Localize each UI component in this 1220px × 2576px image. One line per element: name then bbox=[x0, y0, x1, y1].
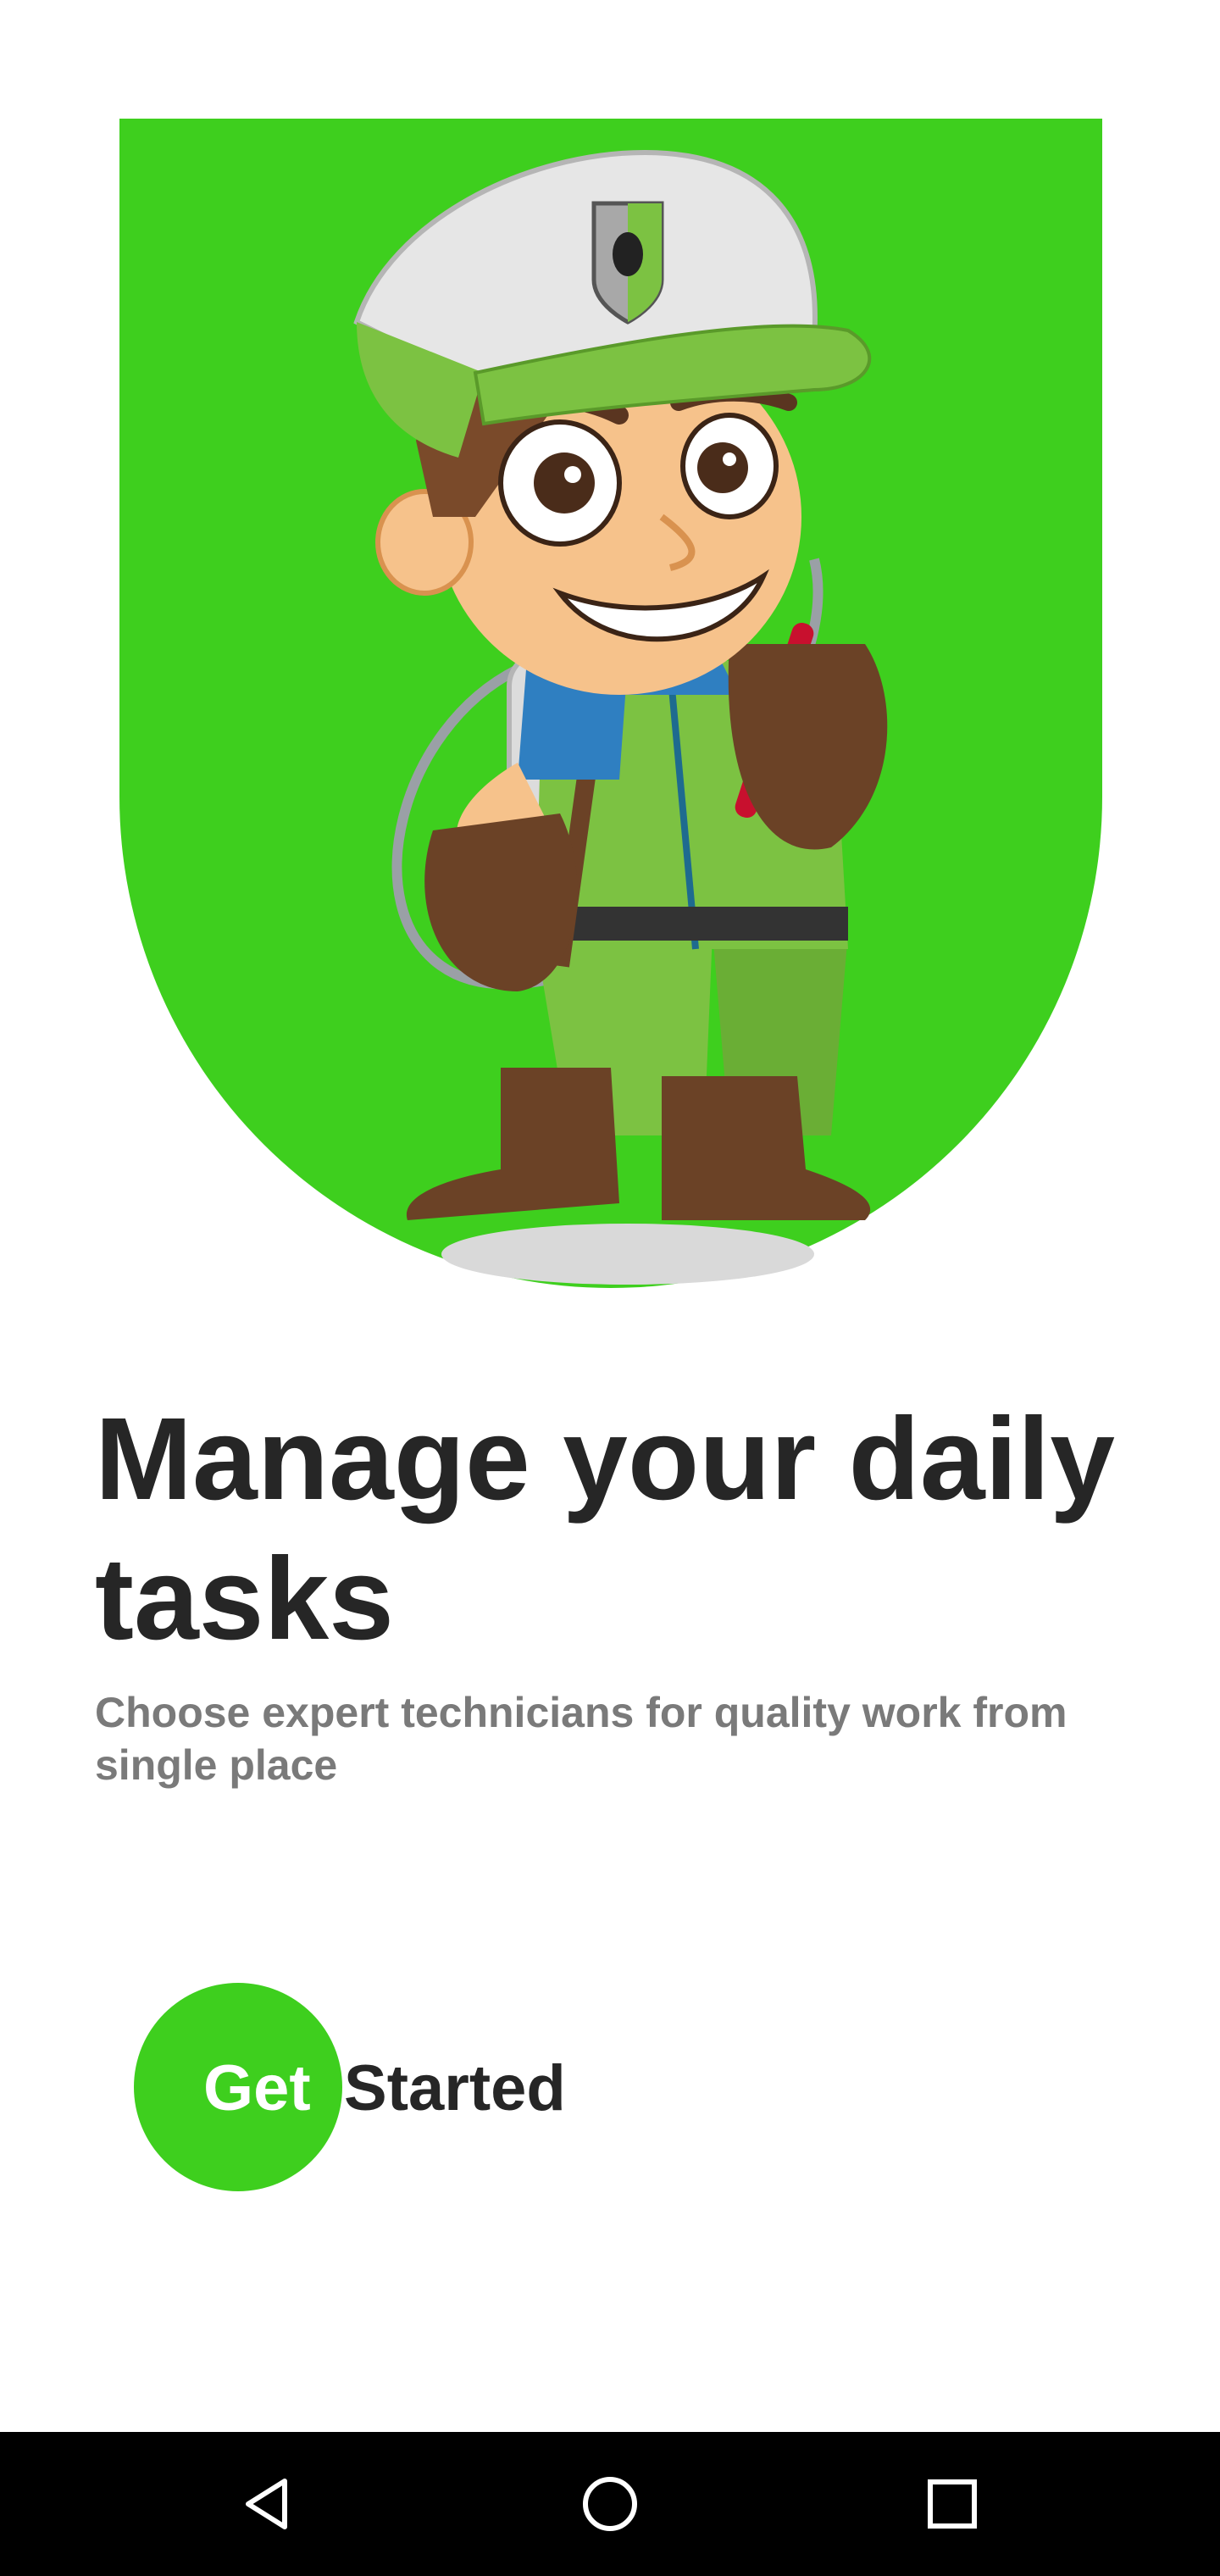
system-navigation-bar bbox=[0, 2432, 1220, 2576]
page-subtitle: Choose expert technicians for quality wo… bbox=[95, 1689, 1068, 1789]
get-started-button[interactable]: Get Started bbox=[134, 1983, 625, 2191]
hero-illustration bbox=[119, 119, 1102, 1288]
back-button[interactable] bbox=[225, 2462, 310, 2546]
recents-button[interactable] bbox=[910, 2462, 995, 2546]
recents-icon bbox=[928, 2479, 977, 2529]
get-started-label-part2: Started bbox=[344, 2052, 566, 2124]
back-icon bbox=[246, 2479, 287, 2529]
home-button[interactable] bbox=[568, 2462, 652, 2546]
page-title: Manage your daily tasks bbox=[95, 1394, 1115, 1664]
pest-control-mascot-image bbox=[119, 119, 1102, 1288]
home-icon bbox=[583, 2477, 637, 2531]
get-started-label-part1: Get bbox=[203, 2052, 311, 2124]
